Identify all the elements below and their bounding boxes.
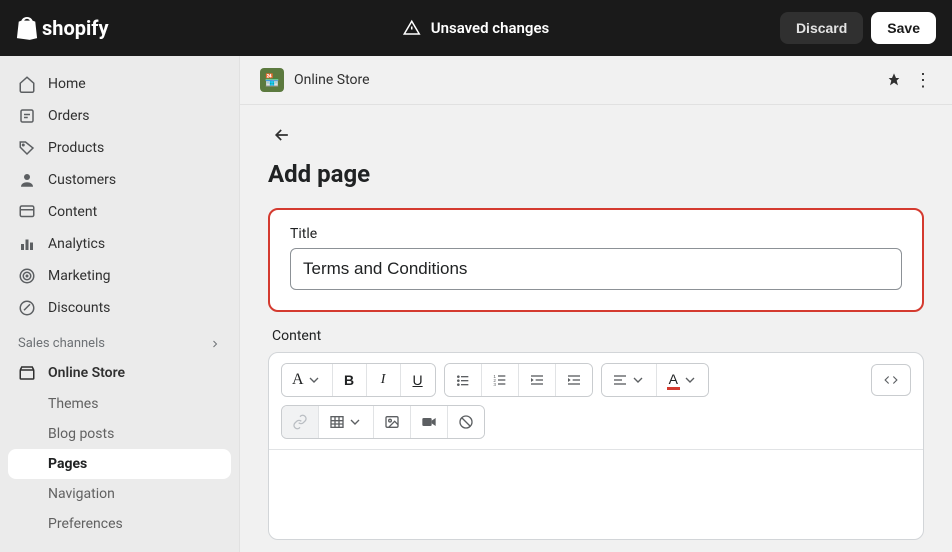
app-icon: 🏪	[260, 68, 284, 92]
text-color-button[interactable]: A	[657, 364, 708, 396]
nav-discounts[interactable]: Discounts	[0, 292, 239, 324]
bold-button[interactable]: B	[333, 364, 367, 396]
content-area: Add page Title Content A B I U	[240, 105, 952, 552]
back-button[interactable]	[268, 121, 296, 152]
breadcrumb: 🏪 Online Store ⋮	[240, 56, 952, 105]
content-icon	[18, 203, 36, 221]
image-button[interactable]	[374, 406, 411, 438]
analytics-icon	[18, 235, 36, 253]
channels-header-text: Sales channels	[18, 336, 105, 351]
numbered-list-button[interactable]: 123	[482, 364, 519, 396]
bullet-list-button[interactable]	[445, 364, 482, 396]
nav-content[interactable]: Content	[0, 196, 239, 228]
target-icon	[18, 267, 36, 285]
title-label: Title	[290, 226, 902, 242]
nav-label: Home	[48, 76, 86, 92]
svg-text:3: 3	[493, 382, 496, 387]
shopify-logo: shopify	[16, 16, 109, 40]
person-icon	[18, 171, 36, 189]
sidebar: Home Orders Products Customers Content A…	[0, 56, 240, 552]
subnav-preferences[interactable]: Preferences	[0, 509, 239, 539]
outdent-button[interactable]	[519, 364, 556, 396]
nav-home[interactable]: Home	[0, 68, 239, 100]
format-group: A B I U	[281, 363, 436, 397]
main: 🏪 Online Store ⋮ Add page Title Content	[240, 56, 952, 552]
chevron-down-icon	[630, 372, 646, 388]
nav-label: Customers	[48, 172, 116, 188]
title-input[interactable]	[290, 248, 902, 290]
clear-format-button[interactable]	[448, 406, 484, 438]
nav-label: Marketing	[48, 268, 111, 284]
chevron-down-icon	[306, 372, 322, 388]
table-button[interactable]	[319, 406, 374, 438]
nav-online-store[interactable]: Online Store	[0, 357, 239, 389]
breadcrumb-app-name: Online Store	[294, 72, 370, 88]
unsaved-text: Unsaved changes	[431, 19, 550, 37]
nav-label: Content	[48, 204, 97, 220]
link-button	[282, 406, 319, 438]
paragraph-format-button[interactable]: A	[282, 364, 333, 396]
subnav-themes[interactable]: Themes	[0, 389, 239, 419]
nav-products[interactable]: Products	[0, 132, 239, 164]
title-card: Title	[268, 208, 924, 312]
home-icon	[18, 75, 36, 93]
warning-icon	[403, 19, 421, 37]
nav-customers[interactable]: Customers	[0, 164, 239, 196]
editor-toolbar: A B I U 123 A	[269, 353, 923, 449]
editor-body[interactable]	[269, 449, 923, 539]
arrow-left-icon	[272, 125, 292, 145]
align-button[interactable]	[602, 364, 657, 396]
discount-icon	[18, 299, 36, 317]
topbar-actions: Discard Save	[780, 12, 936, 44]
more-icon[interactable]: ⋮	[914, 70, 932, 91]
chevron-down-icon	[682, 372, 698, 388]
video-button[interactable]	[411, 406, 448, 438]
nav-analytics[interactable]: Analytics	[0, 228, 239, 260]
nav-orders[interactable]: Orders	[0, 100, 239, 132]
subnav-pages[interactable]: Pages	[8, 449, 231, 479]
code-icon	[882, 373, 900, 387]
insert-group	[281, 405, 485, 439]
list-group: 123	[444, 363, 593, 397]
discard-button[interactable]: Discard	[780, 12, 863, 44]
content-label: Content	[272, 328, 924, 344]
breadcrumb-right: ⋮	[886, 70, 932, 91]
html-view-button[interactable]	[871, 364, 911, 396]
indent-button[interactable]	[556, 364, 592, 396]
chevron-down-icon	[347, 414, 363, 430]
nav-label: Orders	[48, 108, 90, 124]
orders-icon	[18, 107, 36, 125]
nav-label: Online Store	[48, 365, 125, 381]
align-color-group: A	[601, 363, 709, 397]
topbar: shopify Unsaved changes Discard Save	[0, 0, 952, 56]
brand-area: shopify	[16, 16, 109, 40]
shopify-bag-icon	[16, 16, 38, 40]
breadcrumb-left: 🏪 Online Store	[260, 68, 370, 92]
italic-button[interactable]: I	[367, 364, 401, 396]
nav-marketing[interactable]: Marketing	[0, 260, 239, 292]
save-button[interactable]: Save	[871, 12, 936, 44]
nav-label: Analytics	[48, 236, 105, 252]
brand-text: shopify	[42, 16, 109, 40]
underline-button[interactable]: U	[401, 364, 435, 396]
pin-icon[interactable]	[886, 72, 902, 88]
sales-channels-header: Sales channels	[0, 324, 239, 357]
chevron-right-icon[interactable]	[209, 338, 221, 350]
nav-label: Products	[48, 140, 104, 156]
editor-card: A B I U 123 A	[268, 352, 924, 540]
nav-label: Discounts	[48, 300, 110, 316]
subnav-navigation[interactable]: Navigation	[0, 479, 239, 509]
tag-icon	[18, 139, 36, 157]
subnav-blog-posts[interactable]: Blog posts	[0, 419, 239, 449]
store-icon	[18, 364, 36, 382]
unsaved-indicator: Unsaved changes	[403, 19, 550, 37]
page-heading: Add page	[268, 160, 924, 188]
